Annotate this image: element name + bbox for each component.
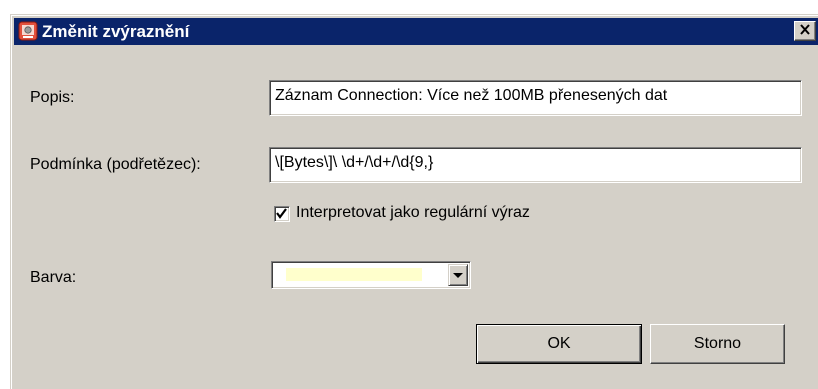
dialog-window: Změnit zvýraznění Popis: Záznam Connecti… <box>10 14 818 389</box>
title-bar[interactable]: Změnit zvýraznění <box>14 18 818 45</box>
condition-input[interactable]: \[Bytes\]\ \d+/\d+/\d{9,} <box>269 147 802 183</box>
description-input[interactable]: Záznam Connection: Více než 100MB přenes… <box>269 80 802 116</box>
app-icon <box>18 21 38 41</box>
regex-checkbox[interactable] <box>274 206 290 222</box>
ok-button[interactable]: OK <box>476 324 642 364</box>
description-label: Popis: <box>30 89 75 106</box>
condition-label: Podmínka (podřetězec): <box>30 156 201 173</box>
color-swatch <box>286 268 422 281</box>
cancel-button[interactable]: Storno <box>650 324 785 364</box>
close-button[interactable] <box>794 21 816 41</box>
color-label: Barva: <box>30 269 77 286</box>
color-select[interactable] <box>271 261 471 289</box>
checkmark-icon <box>276 208 287 219</box>
dropdown-button[interactable] <box>448 264 468 286</box>
regex-checkbox-label[interactable]: Interpretovat jako regulární výraz <box>296 203 530 223</box>
chevron-down-icon <box>453 266 463 284</box>
dialog-title: Změnit zvýraznění <box>42 22 190 41</box>
close-icon <box>799 22 811 40</box>
